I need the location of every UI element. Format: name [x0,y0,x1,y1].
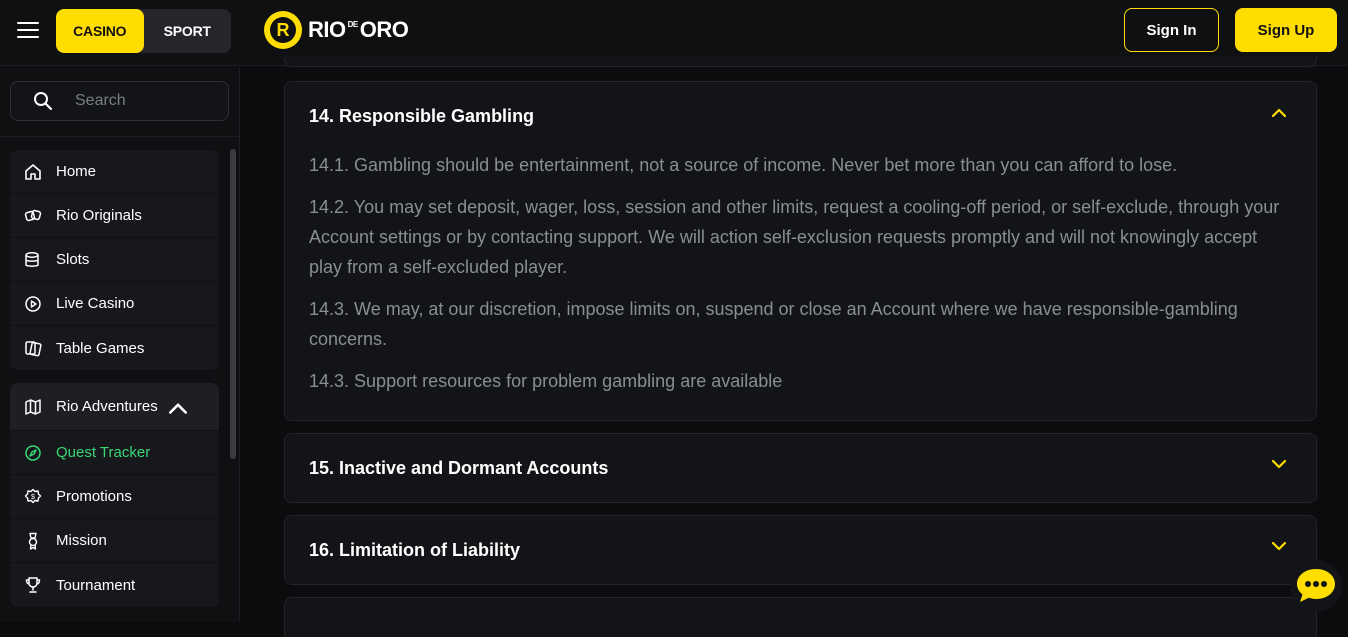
sidebar-item-mission[interactable]: Mission [10,519,219,563]
chevron-up-icon [169,403,187,414]
sidebar-item-promotions[interactable]: $ Promotions [10,475,219,519]
chevron-down-icon [1272,460,1286,469]
sidebar-item-table-games[interactable]: Table Games [10,326,219,370]
sidebar-item-label: Tournament [56,576,136,594]
sidebar-item-label: Quest Tracker [56,444,151,461]
previous-section-panel [284,57,1317,67]
search-icon [34,92,53,111]
sidebar-item-rio-originals[interactable]: Rio Originals [10,194,219,238]
sign-in-button[interactable]: Sign In [1124,8,1219,52]
logo-text-right: ORO [359,17,409,42]
sidebar-item-label: Promotions [56,488,132,505]
section-paragraph: 14.3. Support resources for problem gamb… [309,371,783,391]
trophy-icon [25,577,41,593]
originals-icon [24,209,42,221]
sidebar-item-label: Slots [56,251,90,268]
sidebar-item-quest-tracker[interactable]: Quest Tracker [10,431,219,475]
cards-icon [25,341,42,357]
main-content: 14. Responsible Gambling 14.1. Gambling … [264,57,1348,637]
sidebar-item-label: Live Casino [56,295,135,312]
sidebar-main-group: Home Rio Originals Slots Live Casino Tab… [10,150,219,370]
section-16-limitation-of-liability: 16. Limitation of Liability [284,515,1317,585]
section-paragraph: 14.2. You may set deposit, wager, loss, … [309,197,1280,277]
svg-text:$: $ [31,494,35,501]
slots-icon [25,251,39,267]
site-logo[interactable]: R RIO DE ORO [264,10,409,50]
sidebar-item-tournament[interactable]: Tournament [10,563,219,607]
logo-coin-icon: R [264,11,302,49]
search-input[interactable]: Search [10,81,229,121]
tab-casino[interactable]: CASINO [56,9,144,53]
play-circle-icon [25,295,41,312]
next-section-panel [284,597,1317,637]
section-header[interactable]: 16. Limitation of Liability [285,516,1316,584]
section-paragraph: 14.1. Gambling should be entertainment, … [309,155,1178,175]
sidebar-item-label: Rio Originals [56,207,142,224]
tab-sport[interactable]: SPORT [144,9,232,53]
chat-bubble-icon [1297,569,1335,602]
chat-support-button[interactable] [1290,560,1342,612]
sidebar: Search Home Rio Originals Slots Live Cas… [0,67,240,622]
section-15-inactive-accounts: 15. Inactive and Dormant Accounts [284,433,1317,503]
section-body: 14.1. Gambling should be entertainment, … [285,150,1316,396]
product-switch: CASINO SPORT [56,9,231,53]
section-14-responsible-gambling: 14. Responsible Gambling 14.1. Gambling … [284,81,1317,421]
sidebar-item-home[interactable]: Home [10,150,219,194]
search-placeholder: Search [75,92,126,109]
home-icon [25,163,41,180]
section-title: 15. Inactive and Dormant Accounts [309,457,609,478]
section-header[interactable]: 15. Inactive and Dormant Accounts [285,434,1316,502]
sidebar-item-label: Mission [56,532,107,549]
sidebar-divider [0,136,240,137]
logo-text-left: RIO [308,17,346,42]
sign-up-button[interactable]: Sign Up [1235,8,1337,52]
sidebar-item-rio-adventures[interactable]: Rio Adventures [10,383,219,431]
compass-icon [25,444,41,461]
sidebar-item-live-casino[interactable]: Live Casino [10,282,219,326]
sidebar-item-label: Rio Adventures [56,398,158,415]
menu-icon[interactable] [17,22,39,40]
section-title: 14. Responsible Gambling [309,105,535,126]
map-icon [25,398,41,415]
section-title: 16. Limitation of Liability [309,539,521,560]
sidebar-scrollbar[interactable] [230,149,236,459]
section-paragraph: 14.3. We may, at our discretion, impose … [309,299,1238,349]
chevron-up-icon [1272,108,1286,117]
sidebar-item-label: Table Games [56,339,145,357]
sidebar-adventures-group: Rio Adventures Quest Tracker $ Promotion… [10,383,219,607]
section-header[interactable]: 14. Responsible Gambling [285,82,1316,150]
chevron-down-icon [1272,542,1286,551]
logo-text-de: DE [347,19,359,29]
medal-icon [28,532,38,550]
sidebar-item-label: Home [56,163,97,180]
sidebar-item-slots[interactable]: Slots [10,238,219,282]
promotions-icon: $ [24,488,42,503]
